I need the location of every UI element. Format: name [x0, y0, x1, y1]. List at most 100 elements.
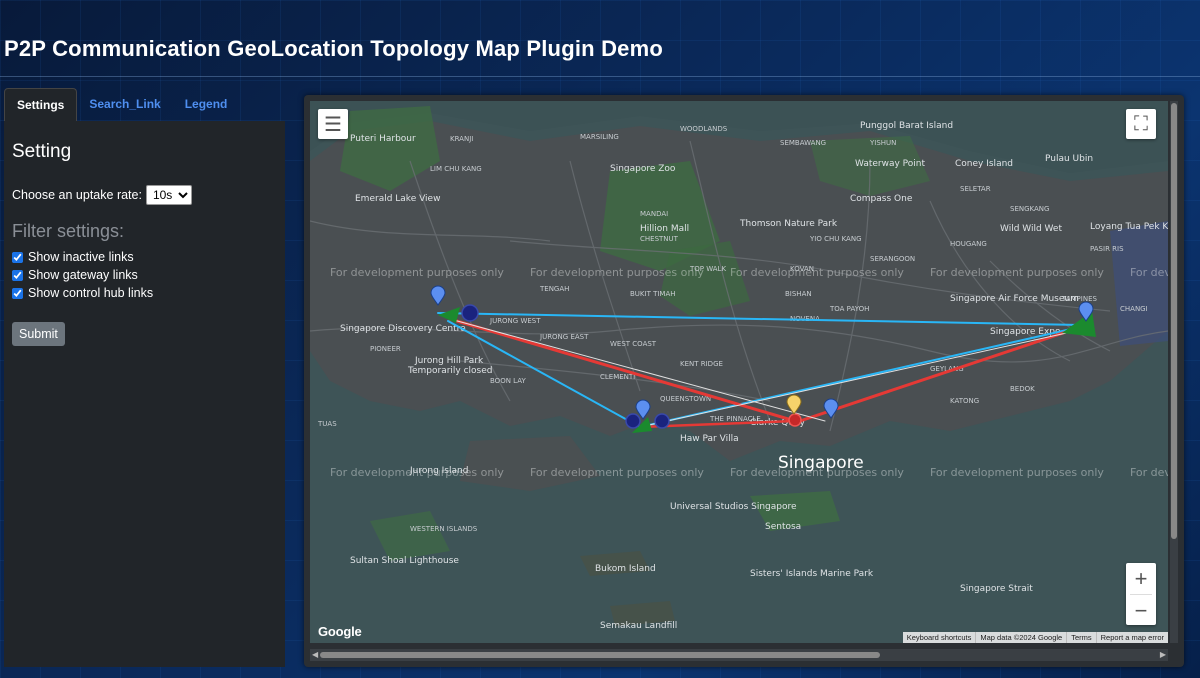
svg-text:Universal Studios Singapore: Universal Studios Singapore — [670, 502, 797, 512]
report-error-link[interactable]: Report a map error — [1095, 632, 1168, 643]
fullscreen-icon[interactable]: ⛶ — [1126, 109, 1156, 139]
svg-text:Jurong Island: Jurong Island — [409, 466, 468, 476]
scroll-right-icon[interactable]: ▶ — [1160, 649, 1166, 661]
watermark-5: For development purposes only — [1130, 266, 1168, 279]
watermark-1: For development purposes only — [330, 266, 504, 279]
svg-text:TOP WALK: TOP WALK — [689, 265, 726, 273]
filter-inactive-links[interactable]: Show inactive links — [12, 248, 277, 266]
svg-text:BEDOK: BEDOK — [1010, 385, 1035, 393]
svg-text:Pulau Ubin: Pulau Ubin — [1045, 154, 1093, 164]
vertical-scrollbar[interactable] — [1170, 101, 1178, 643]
inactive-links-checkbox[interactable] — [12, 251, 23, 263]
svg-text:SEMBAWANG: SEMBAWANG — [780, 139, 826, 147]
menu-icon[interactable]: ☰ — [318, 109, 348, 139]
svg-text:KENT RIDGE: KENT RIDGE — [680, 360, 723, 368]
svg-text:Hillion Mall: Hillion Mall — [640, 224, 689, 234]
hub-node-central — [788, 413, 802, 427]
svg-text:Jurong Hill Park: Jurong Hill Park — [414, 356, 484, 366]
svg-text:Wild Wild Wet: Wild Wild Wet — [1000, 224, 1062, 234]
svg-text:SENGKANG: SENGKANG — [1010, 205, 1049, 213]
map-data-text: Map data ©2024 Google — [975, 632, 1066, 643]
svg-text:MANDAI: MANDAI — [640, 210, 668, 218]
uptake-rate-select[interactable]: 10s — [145, 185, 192, 205]
tab-search-link[interactable]: Search_Link — [77, 88, 172, 120]
changi-airport — [1110, 221, 1168, 346]
scroll-left-icon[interactable]: ◀ — [312, 649, 318, 661]
gateway-node-west — [461, 304, 479, 322]
svg-text:LIM CHU KANG: LIM CHU KANG — [430, 165, 482, 173]
svg-text:PASIR RIS: PASIR RIS — [1090, 245, 1124, 253]
svg-text:Loyang Tua Pek Kong: Loyang Tua Pek Kong — [1090, 222, 1168, 232]
tab-legend[interactable]: Legend — [173, 88, 240, 120]
google-logo: Google — [318, 624, 362, 639]
svg-text:Singapore Expo: Singapore Expo — [990, 327, 1061, 337]
svg-text:Singapore Air Force Museum: Singapore Air Force Museum — [950, 294, 1079, 304]
svg-text:KOVAN: KOVAN — [790, 265, 814, 273]
svg-text:TUAS: TUAS — [317, 420, 337, 428]
svg-text:WOODLANDS: WOODLANDS — [680, 125, 728, 133]
filter-gateway-links[interactable]: Show gateway links — [12, 266, 277, 284]
control-hub-links-label: Show control hub links — [28, 286, 154, 300]
svg-text:Sentosa: Sentosa — [765, 522, 801, 532]
uptake-rate-row: Choose an uptake rate: 10s — [12, 185, 277, 205]
svg-text:Puteri Harbour: Puteri Harbour — [350, 134, 416, 144]
zoom-out-button[interactable]: − — [1126, 595, 1156, 626]
svg-text:Sultan Shoal Lighthouse: Sultan Shoal Lighthouse — [350, 556, 459, 566]
tab-settings[interactable]: Settings — [4, 88, 78, 121]
svg-text:Coney Island: Coney Island — [955, 159, 1013, 169]
horizontal-scrollbar[interactable]: ◀ ▶ — [310, 649, 1168, 661]
svg-text:BUKIT TIMAH: BUKIT TIMAH — [630, 290, 676, 298]
topology-map[interactable]: For development purposes only For develo… — [310, 101, 1168, 643]
svg-text:SERANGOON: SERANGOON — [870, 255, 915, 263]
inactive-links-label: Show inactive links — [28, 250, 134, 264]
zoom-in-button[interactable]: + — [1126, 563, 1156, 594]
svg-text:TOA PAYOH: TOA PAYOH — [829, 305, 869, 313]
page-title: P2P Communication GeoLocation Topology M… — [4, 36, 664, 61]
vertical-scroll-thumb[interactable] — [1171, 103, 1177, 539]
svg-text:Singapore Strait: Singapore Strait — [960, 584, 1033, 594]
svg-text:Emerald Lake View: Emerald Lake View — [355, 194, 440, 204]
city-label: Singapore — [778, 453, 864, 473]
settings-panel: Setting Choose an uptake rate: 10s Filte… — [4, 121, 285, 667]
svg-text:MARSILING: MARSILING — [580, 133, 619, 141]
svg-text:Singapore Zoo: Singapore Zoo — [610, 164, 676, 174]
control-hub-links-checkbox[interactable] — [12, 287, 23, 299]
svg-text:Punggol Barat Island: Punggol Barat Island — [860, 121, 953, 131]
svg-text:CHESTNUT: CHESTNUT — [640, 235, 679, 243]
watermark-2: For development purposes only — [530, 266, 704, 279]
svg-text:TENGAH: TENGAH — [539, 285, 569, 293]
watermark-7: For development purposes only — [530, 466, 704, 479]
filter-heading: Filter settings: — [12, 221, 125, 241]
svg-text:PIONEER: PIONEER — [370, 345, 401, 353]
svg-text:YIO CHU KANG: YIO CHU KANG — [809, 235, 862, 243]
svg-text:SELETAR: SELETAR — [960, 185, 991, 193]
svg-text:JURONG WEST: JURONG WEST — [489, 317, 541, 325]
svg-text:CLEMENTI: CLEMENTI — [600, 373, 635, 381]
watermark-3: For development purposes only — [730, 266, 904, 279]
submit-button[interactable]: Submit — [12, 322, 65, 346]
map-attribution: Keyboard shortcuts Map data ©2024 Google… — [902, 632, 1168, 643]
gateway-links-checkbox[interactable] — [12, 269, 23, 281]
svg-text:Haw Par Villa: Haw Par Villa — [680, 434, 739, 444]
svg-text:Compass One: Compass One — [850, 194, 913, 204]
terms-link[interactable]: Terms — [1066, 632, 1095, 643]
watermark-9: For development purposes only — [930, 466, 1104, 479]
watermark-4: For development purposes only — [930, 266, 1104, 279]
svg-text:Sisters' Islands Marine Park: Sisters' Islands Marine Park — [750, 569, 874, 579]
filter-control-hub-links[interactable]: Show control hub links — [12, 284, 277, 302]
watermark-10: For development purposes only — [1130, 466, 1168, 479]
gateway-node-south-a — [625, 413, 641, 429]
gateway-node-south-b — [654, 413, 670, 429]
map-canvas: For development purposes only For develo… — [310, 101, 1168, 643]
svg-text:Singapore Discovery Centre: Singapore Discovery Centre — [340, 324, 466, 334]
svg-text:KATONG: KATONG — [950, 397, 979, 405]
svg-text:KRANJI: KRANJI — [450, 135, 473, 143]
gateway-links-label: Show gateway links — [28, 268, 138, 282]
svg-text:QUEENSTOWN: QUEENSTOWN — [660, 395, 711, 403]
svg-text:Bukom Island: Bukom Island — [595, 564, 656, 574]
keyboard-shortcuts-link[interactable]: Keyboard shortcuts — [903, 632, 976, 643]
svg-text:WEST COAST: WEST COAST — [610, 340, 657, 348]
svg-text:Semakau Landfill: Semakau Landfill — [600, 621, 677, 631]
horizontal-scroll-thumb[interactable] — [320, 652, 880, 658]
zoom-control: + − — [1126, 563, 1156, 625]
